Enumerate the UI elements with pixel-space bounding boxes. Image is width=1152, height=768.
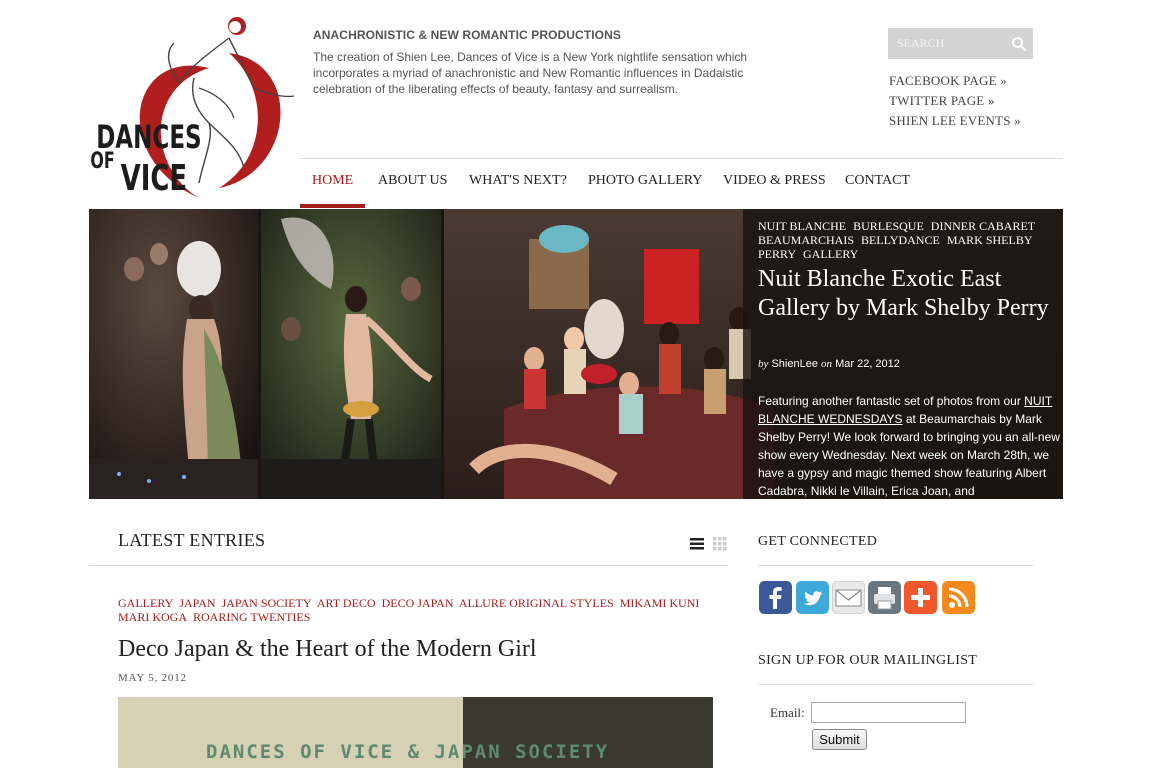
post-tags: GALLERY JAPAN JAPAN SOCIETY ART DECO DEC…: [118, 596, 718, 624]
mailinglist-heading: SIGN UP FOR OUR MAILINGLIST: [758, 653, 978, 668]
list-view-icon[interactable]: [690, 537, 704, 551]
tag-link[interactable]: NUIT BLANCHE: [758, 219, 846, 233]
tag-link[interactable]: DINNER CABARET: [931, 219, 1035, 233]
featured-title[interactable]: Nuit Blanche Exotic East Gallery by Mark…: [758, 265, 1053, 323]
facebook-page-link[interactable]: FACEBOOK PAGE »: [889, 73, 1007, 89]
featured-date: Mar 22, 2012: [835, 358, 900, 370]
get-connected-heading: GET CONNECTED: [758, 534, 878, 549]
featured-excerpt: Featuring another fantastic set of photo…: [758, 392, 1060, 499]
nav-photo-gallery[interactable]: PHOTO GALLERY: [588, 173, 702, 189]
print-icon[interactable]: [868, 581, 901, 614]
share-plus-icon[interactable]: [904, 581, 937, 614]
featured-overlay: NUIT BLANCHE BURLESQUE DINNER CABARET BE…: [743, 209, 1063, 499]
tag-link[interactable]: BURLESQUE: [853, 219, 924, 233]
svg-text:OF: OF: [90, 147, 114, 173]
post-image-caption: DANCES OF VICE & JAPAN SOCIETY: [206, 741, 609, 763]
twitter-icon[interactable]: [796, 581, 829, 614]
tag-link[interactable]: JAPAN: [179, 596, 215, 610]
tag-link[interactable]: ALLURE ORIGINAL STYLES: [459, 596, 614, 610]
tag-link[interactable]: DECO JAPAN: [382, 596, 454, 610]
email-icon[interactable]: [832, 581, 865, 614]
nav-contact[interactable]: CONTACT: [845, 173, 910, 189]
tag-link[interactable]: GALLERY: [118, 596, 173, 610]
email-field[interactable]: [811, 702, 966, 723]
featured-author[interactable]: ShienLee: [771, 358, 818, 370]
search-icon[interactable]: [1011, 36, 1027, 52]
search-box: [888, 28, 1033, 59]
tag-link[interactable]: JAPAN SOCIETY: [222, 596, 312, 610]
latest-divider: [89, 565, 728, 566]
featured-photo-1[interactable]: [89, 209, 258, 499]
nav-whats-next[interactable]: WHAT'S NEXT?: [469, 173, 567, 189]
nav-active-indicator: [300, 204, 365, 208]
meta-by: by: [758, 358, 769, 370]
twitter-page-link[interactable]: TWITTER PAGE »: [889, 93, 995, 109]
latest-entries-heading: LATEST ENTRIES: [118, 530, 266, 550]
featured-meta: by ShienLee on Mar 22, 2012: [758, 358, 900, 370]
submit-button[interactable]: Submit: [812, 729, 867, 750]
tag-link[interactable]: BELLYDANCE: [861, 233, 940, 247]
tag-link[interactable]: ART DECO: [317, 596, 376, 610]
featured-tags: NUIT BLANCHE BURLESQUE DINNER CABARET BE…: [758, 219, 1053, 261]
tag-link[interactable]: ROARING TWENTIES: [193, 610, 310, 624]
tag-link[interactable]: MIKAMI KUNI: [620, 596, 700, 610]
tagline-text: The creation of Shien Lee, Dances of Vic…: [313, 50, 748, 96]
nav-divider: [300, 158, 1063, 159]
tagline-title: ANACHRONISTIC & NEW ROMANTIC PRODUCTIONS: [313, 28, 621, 42]
grid-view-icon[interactable]: [713, 537, 727, 551]
tag-link[interactable]: BEAUMARCHAIS: [758, 233, 854, 247]
rss-icon[interactable]: [942, 581, 975, 614]
post-thumbnail[interactable]: DANCES OF VICE & JAPAN SOCIETY: [118, 697, 713, 768]
featured-photo-2[interactable]: [261, 209, 441, 499]
nav-video-press[interactable]: VIDEO & PRESS: [723, 173, 826, 189]
excerpt-text-before: Featuring another fantastic set of photo…: [758, 394, 1025, 408]
post-title[interactable]: Deco Japan & the Heart of the Modern Gir…: [118, 636, 537, 663]
sidebar-divider: [758, 684, 1033, 685]
post-date: MAY 5, 2012: [118, 672, 187, 684]
email-label: Email:: [770, 705, 805, 720]
nav-about-us[interactable]: ABOUT US: [378, 173, 447, 189]
svg-text:VICE: VICE: [121, 158, 187, 199]
tag-link[interactable]: GALLERY: [803, 247, 858, 261]
sidebar-divider: [758, 565, 1033, 566]
facebook-icon[interactable]: [759, 581, 792, 614]
site-logo[interactable]: DANCES OF VICE: [89, 8, 301, 205]
nav-home[interactable]: HOME: [312, 173, 353, 189]
search-input[interactable]: [888, 28, 1008, 59]
shien-lee-events-link[interactable]: SHIEN LEE EVENTS »: [889, 113, 1021, 129]
tag-link[interactable]: MARI KOGA: [118, 610, 187, 624]
meta-on: on: [821, 358, 833, 370]
